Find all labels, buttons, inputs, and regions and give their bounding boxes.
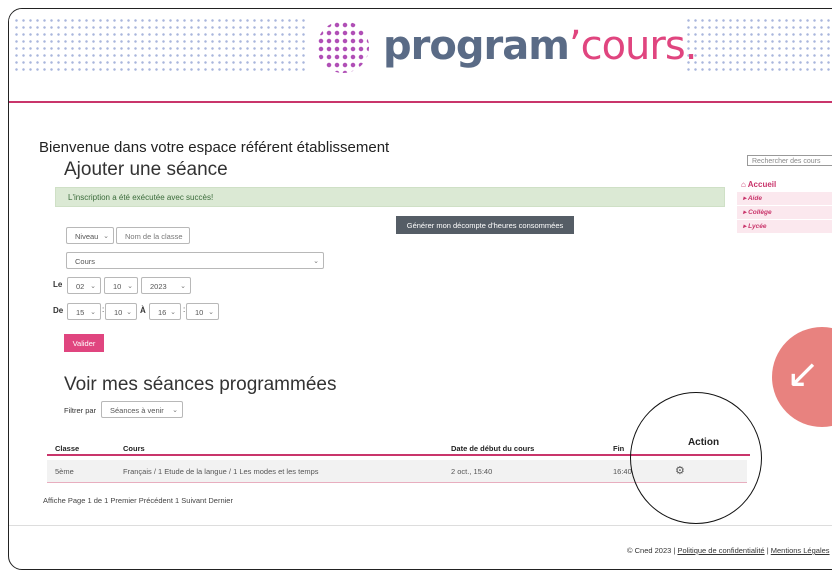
copyright: © Cned 2023 bbox=[627, 546, 672, 555]
time-separator: : bbox=[183, 305, 186, 314]
sidebar-item-home[interactable]: ⌂ Accueil bbox=[737, 178, 832, 192]
logo-icon bbox=[317, 21, 369, 73]
day-select[interactable]: 02 ⌄ bbox=[67, 277, 101, 294]
caret-right-icon: ▸ bbox=[743, 223, 747, 230]
date-label: Le bbox=[53, 280, 63, 289]
sidebar-item-lycee[interactable]: ▸ Lycée bbox=[737, 220, 832, 234]
add-session-title: Ajouter une séance bbox=[64, 159, 228, 180]
column-header-classe[interactable]: Classe bbox=[55, 444, 79, 453]
chevron-down-icon: ⌄ bbox=[90, 283, 96, 290]
sidebar-item-aide[interactable]: ▸ Aide bbox=[737, 192, 832, 206]
submit-button[interactable]: Valider bbox=[64, 334, 104, 352]
chevron-down-icon: ⌄ bbox=[90, 309, 96, 316]
from-minute-select[interactable]: 10 ⌄ bbox=[105, 303, 137, 320]
chevron-down-icon: ⌄ bbox=[103, 233, 109, 240]
chevron-down-icon: ⌄ bbox=[126, 309, 132, 316]
chevron-down-icon: ⌄ bbox=[172, 407, 178, 414]
month-select[interactable]: 10 ⌄ bbox=[104, 277, 138, 294]
column-header-fin[interactable]: Fin bbox=[613, 444, 624, 453]
to-label: À bbox=[140, 306, 146, 315]
column-header-cours[interactable]: Cours bbox=[123, 444, 145, 453]
to-minute-select[interactable]: 10 ⌄ bbox=[186, 303, 219, 320]
footer-separator: | bbox=[673, 546, 676, 555]
chevron-down-icon: ⌄ bbox=[127, 283, 133, 290]
cell-fin: 16:40 bbox=[613, 467, 632, 476]
chevron-down-icon: ⌄ bbox=[208, 309, 214, 316]
footer: © Cned 2023 | Politique de confidentiali… bbox=[627, 546, 830, 555]
filter-label: Filtrer par bbox=[64, 406, 97, 415]
site-logo[interactable]: program’cours. bbox=[383, 23, 698, 69]
caret-right-icon: ▸ bbox=[743, 209, 747, 216]
welcome-heading: Bienvenue dans votre espace référent éta… bbox=[39, 139, 390, 156]
footer-separator: | bbox=[766, 546, 769, 555]
cell-classe: 5ème bbox=[55, 467, 74, 476]
home-icon: ⌂ bbox=[741, 180, 746, 189]
footer-divider bbox=[9, 525, 832, 526]
from-hour-select[interactable]: 15 ⌄ bbox=[67, 303, 101, 320]
level-select[interactable]: Niveau ⌄ bbox=[66, 227, 114, 244]
class-name-input[interactable]: Nom de la classe bbox=[116, 227, 190, 244]
course-select[interactable]: Cours ⌄ bbox=[66, 252, 324, 269]
site-header: program’cours. bbox=[9, 9, 832, 103]
chevron-down-icon: ⌄ bbox=[313, 258, 319, 265]
pagination[interactable]: Affiche Page 1 de 1 Premier Précédent 1 … bbox=[43, 496, 233, 505]
sessions-title: Voir mes séances programmées bbox=[64, 374, 337, 395]
year-select[interactable]: 2023 ⌄ bbox=[141, 277, 191, 294]
legal-link[interactable]: Mentions Légales bbox=[771, 546, 830, 555]
sidebar-item-college[interactable]: ▸ Collège bbox=[737, 206, 832, 220]
privacy-link[interactable]: Politique de confidentialité bbox=[677, 546, 764, 555]
cell-debut: 2 oct., 15:40 bbox=[451, 467, 493, 476]
highlight-circle bbox=[630, 392, 762, 524]
caret-right-icon: ▸ bbox=[743, 195, 747, 202]
to-hour-select[interactable]: 16 ⌄ bbox=[149, 303, 181, 320]
generate-report-button[interactable]: Générer mon décompte d'heures consommées bbox=[396, 216, 574, 234]
decorative-dots bbox=[685, 17, 832, 75]
decorative-dots bbox=[13, 17, 309, 75]
column-header-debut[interactable]: Date de début du cours bbox=[451, 444, 534, 453]
filter-select[interactable]: Séances à venir ⌄ bbox=[101, 401, 183, 418]
arrow-down-left-icon: ↙ bbox=[786, 352, 820, 396]
logo-text-accent: ’cours. bbox=[568, 23, 698, 69]
sidebar-nav: ⌂ Accueil ▸ Aide ▸ Collège ▸ Lycée bbox=[737, 178, 832, 234]
time-separator: : bbox=[102, 305, 105, 314]
cell-cours: Français / 1 Etude de la langue / 1 Les … bbox=[123, 467, 319, 476]
chevron-down-icon: ⌄ bbox=[170, 309, 176, 316]
success-alert: L'inscription a été exécutée avec succès… bbox=[55, 187, 725, 207]
chevron-down-icon: ⌄ bbox=[180, 283, 186, 290]
logo-text-main: program bbox=[383, 23, 570, 69]
course-search-input[interactable]: Rechercher des cours bbox=[747, 155, 832, 166]
from-label: De bbox=[53, 306, 64, 315]
